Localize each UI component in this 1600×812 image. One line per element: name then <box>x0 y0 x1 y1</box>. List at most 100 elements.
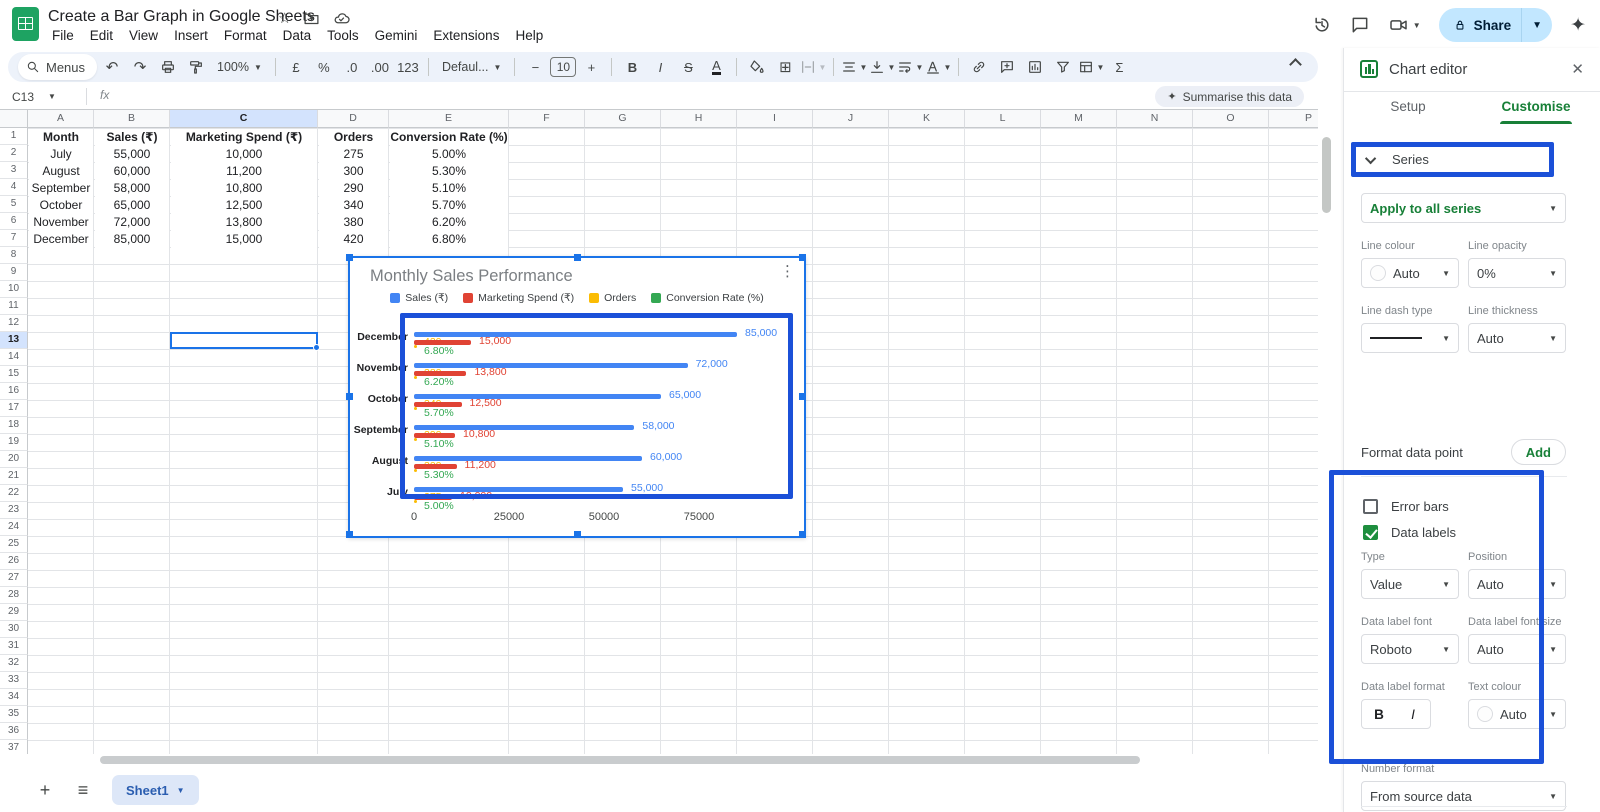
paint-format-button[interactable] <box>183 55 209 79</box>
column-header-B[interactable]: B <box>94 110 170 128</box>
column-headers[interactable]: ABCDEFGHIJKLMNOP <box>0 110 1318 128</box>
gemini-sparkle-icon[interactable]: ✦ <box>1570 14 1586 37</box>
row-header-22[interactable]: 22 <box>0 485 28 502</box>
all-sheets-button[interactable]: ≡ <box>68 775 98 805</box>
grid-cell[interactable]: November <box>29 214 93 231</box>
row-header-3[interactable]: 3 <box>0 162 28 179</box>
column-header-D[interactable]: D <box>318 110 389 128</box>
row-header-8[interactable]: 8 <box>0 247 28 264</box>
font-select[interactable]: Defaul... ▼ <box>436 60 507 74</box>
grid-cell[interactable]: Month <box>29 129 93 146</box>
row-header-18[interactable]: 18 <box>0 417 28 434</box>
chart-bar-group-October[interactable]: October65,00034012,5005.70% <box>350 389 804 421</box>
row-header-25[interactable]: 25 <box>0 536 28 553</box>
vertical-scrollbar[interactable] <box>1320 110 1334 766</box>
chart-options-icon[interactable]: ⋮ <box>780 262 796 280</box>
grid-cell[interactable]: 13,800 <box>171 214 317 231</box>
chart-resize-handle[interactable] <box>574 531 581 538</box>
column-header-N[interactable]: N <box>1117 110 1193 128</box>
column-header-E[interactable]: E <box>389 110 509 128</box>
print-button[interactable] <box>155 55 181 79</box>
font-size-input[interactable]: 10 <box>550 57 577 77</box>
row-header-12[interactable]: 12 <box>0 315 28 332</box>
row-header-32[interactable]: 32 <box>0 655 28 672</box>
grid-cell[interactable]: 5.30% <box>390 163 508 180</box>
row-header-21[interactable]: 21 <box>0 468 28 485</box>
row-header-34[interactable]: 34 <box>0 689 28 706</box>
bar-orders[interactable] <box>414 500 417 503</box>
column-header-A[interactable]: A <box>28 110 94 128</box>
row-header-6[interactable]: 6 <box>0 213 28 230</box>
close-icon[interactable]: ✕ <box>1571 60 1584 78</box>
column-header-L[interactable]: L <box>965 110 1041 128</box>
grid-cell[interactable]: 10,000 <box>171 146 317 163</box>
add-sheet-button[interactable]: + <box>30 775 60 805</box>
search-menus-button[interactable]: Menus <box>18 54 98 80</box>
vertical-align-button[interactable]: ▼ <box>869 55 895 79</box>
share-dropdown[interactable]: ▼ <box>1522 20 1552 31</box>
chart-resize-handle[interactable] <box>799 531 806 538</box>
row-header-30[interactable]: 30 <box>0 621 28 638</box>
chart-resize-handle[interactable] <box>346 254 353 261</box>
data-label-bold-button[interactable]: B <box>1362 700 1396 728</box>
bar-orders[interactable] <box>414 407 417 410</box>
more-formats-button[interactable]: 123 <box>395 55 421 79</box>
grid-cell[interactable]: 12,500 <box>171 197 317 214</box>
chart-resize-handle[interactable] <box>574 254 581 261</box>
zoom-select[interactable]: 100% ▼ <box>211 60 268 74</box>
cloud-status-icon[interactable] <box>332 10 351 27</box>
grid-cell[interactable]: 5.10% <box>390 180 508 197</box>
menu-view[interactable]: View <box>123 27 164 44</box>
text-colour-select[interactable]: Auto ▼ <box>1468 699 1566 729</box>
insert-chart-button[interactable] <box>1022 55 1048 79</box>
grid-cell[interactable]: 275 <box>319 146 388 163</box>
row-header-2[interactable]: 2 <box>0 145 28 162</box>
row-header-27[interactable]: 27 <box>0 570 28 587</box>
row-header-7[interactable]: 7 <box>0 230 28 247</box>
menu-format[interactable]: Format <box>218 27 273 44</box>
text-wrap-button[interactable]: ▼ <box>897 55 923 79</box>
increase-decimal-button[interactable]: .00 <box>367 55 393 79</box>
italic-button[interactable]: I <box>647 55 673 79</box>
borders-button[interactable]: ⊞ <box>772 55 798 79</box>
bar-sales[interactable] <box>414 456 642 461</box>
grid-cell[interactable]: October <box>29 197 93 214</box>
row-header-28[interactable]: 28 <box>0 587 28 604</box>
data-labels-checkbox[interactable] <box>1363 524 1378 540</box>
column-header-P[interactable]: P <box>1269 110 1318 128</box>
data-label-type-select[interactable]: Value ▼ <box>1361 569 1459 599</box>
row-header-23[interactable]: 23 <box>0 502 28 519</box>
comment-icon[interactable] <box>1350 15 1370 35</box>
bar-orders[interactable] <box>414 438 417 441</box>
chart-bar-group-August[interactable]: August60,00030011,2005.30% <box>350 451 804 483</box>
caret-down-icon[interactable]: ▼ <box>1413 21 1421 30</box>
sheets-logo-icon[interactable] <box>12 7 39 41</box>
table-views-button[interactable]: ▼ <box>1078 55 1104 79</box>
fill-color-button[interactable] <box>744 55 770 79</box>
spreadsheet-grid[interactable]: 1 2 3 4 5 6 7 8 9 10 11 12 13 14 15 16 17 18 19 20 21 22 23 24 2… <box>0 110 1318 766</box>
menu-insert[interactable]: Insert <box>168 27 214 44</box>
menu-data[interactable]: Data <box>277 27 318 44</box>
menu-edit[interactable]: Edit <box>84 27 119 44</box>
row-header-24[interactable]: 24 <box>0 519 28 536</box>
version-history-icon[interactable] <box>1312 15 1332 35</box>
meet-camera-icon[interactable] <box>1388 15 1409 35</box>
row-header-1[interactable]: 1 <box>0 128 28 145</box>
share-button[interactable]: Share ▼ <box>1438 8 1553 42</box>
apply-to-all-series-select[interactable]: Apply to all series ▼ <box>1361 193 1566 223</box>
menu-help[interactable]: Help <box>509 27 549 44</box>
grid-cell[interactable]: 10,800 <box>171 180 317 197</box>
grid-cell[interactable]: 6.80% <box>390 231 508 248</box>
grid-cell[interactable]: 55,000 <box>95 146 169 163</box>
column-header-C[interactable]: C <box>170 110 318 128</box>
error-bars-checkbox[interactable] <box>1363 498 1378 514</box>
column-header-K[interactable]: K <box>889 110 965 128</box>
row-header-31[interactable]: 31 <box>0 638 28 655</box>
row-header-5[interactable]: 5 <box>0 196 28 213</box>
menu-tools[interactable]: Tools <box>321 27 365 44</box>
insert-link-button[interactable] <box>966 55 992 79</box>
insert-comment-button[interactable] <box>994 55 1020 79</box>
chart-bar-group-September[interactable]: September58,00029010,8005.10% <box>350 420 804 452</box>
grid-cell[interactable]: 5.00% <box>390 146 508 163</box>
horizontal-align-button[interactable]: ▼ <box>841 55 867 79</box>
